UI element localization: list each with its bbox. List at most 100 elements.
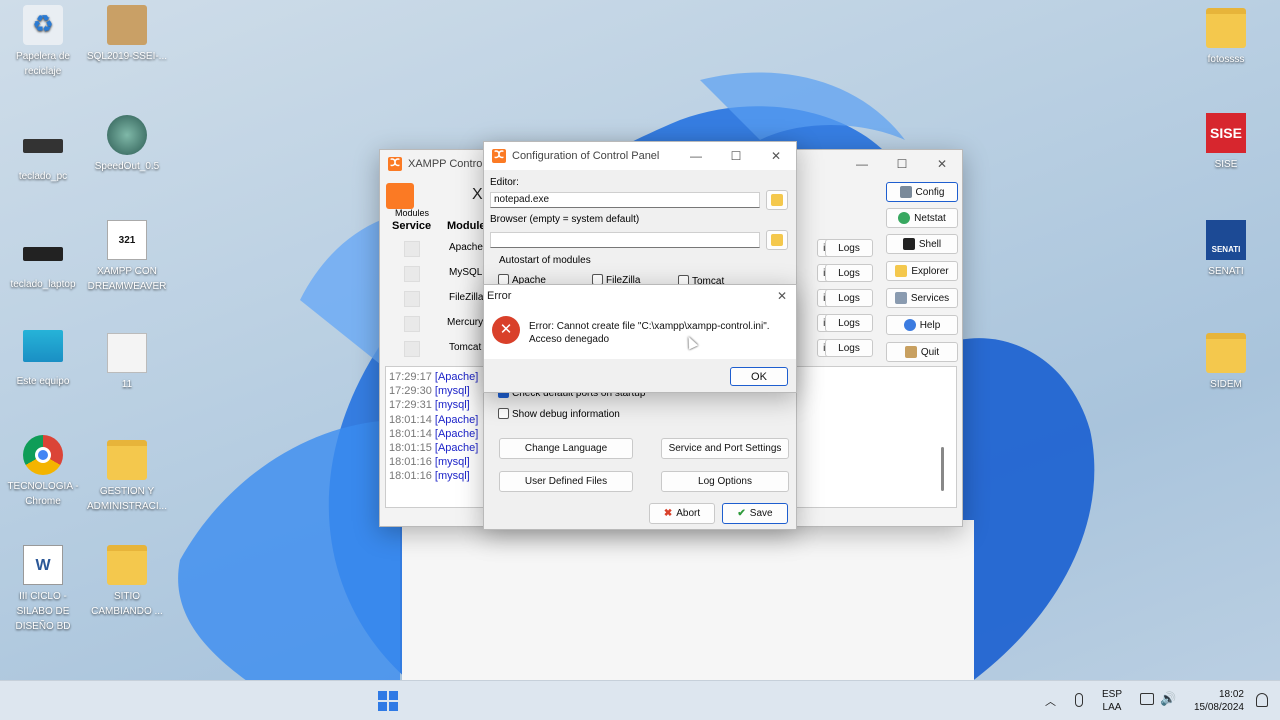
folder-icon — [1206, 8, 1246, 48]
log-line: 18:01:15 [Apache] — [389, 442, 479, 455]
shell-button[interactable]: Shell — [886, 234, 958, 254]
log-line: 18:01:14 [Apache] — [389, 413, 479, 426]
close-icon[interactable]: ✕ — [756, 149, 796, 163]
minimize-icon[interactable]: — — [842, 157, 882, 171]
desktop-icon-recycle-bin[interactable]: ♻ Papelera de reciclaje — [0, 5, 86, 79]
quit-icon — [904, 346, 917, 358]
monitor-icon — [23, 330, 63, 362]
show-debug-checkbox[interactable]: Show debug information — [498, 408, 620, 420]
editor-input[interactable]: notepad.exe — [490, 192, 760, 208]
save-button[interactable]: ✔ Save — [722, 503, 788, 524]
module-name: Mercury — [447, 317, 484, 328]
browser-label: Browser (empty = system default) — [490, 214, 640, 225]
desktop-icon-speedout[interactable]: SpeedOut_0.5 — [84, 115, 170, 174]
volume-icon[interactable]: 🔊 — [1160, 691, 1176, 707]
log-lines: 17:29:17 [Apache] 17:29:30 [mysql] 17:29… — [389, 370, 478, 484]
desktop-icon-chrome[interactable]: TECNOLOGIA - Chrome — [0, 435, 86, 509]
desktop-icon-senati[interactable]: SENATI SENATI — [1183, 220, 1269, 279]
desktop-icon-fotossss[interactable]: fotossss — [1183, 8, 1269, 67]
desktop-icon-este-equipo[interactable]: Este equipo — [0, 330, 86, 389]
language-indicator[interactable]: ESP LAA — [1102, 688, 1122, 714]
globe-icon — [898, 212, 911, 224]
browser-browse-button[interactable] — [766, 230, 788, 250]
folder-icon — [1206, 333, 1246, 373]
windows-start-icon[interactable] — [378, 691, 398, 711]
logs-button[interactable]: Logs — [825, 264, 873, 282]
word-icon: W — [23, 545, 63, 585]
network-icon[interactable] — [1140, 693, 1154, 705]
module-row — [404, 266, 420, 282]
desktop-icon-xampp-dreamweaver[interactable]: 321 XAMPP CON DREAMWEAVER — [84, 220, 170, 294]
maximize-icon[interactable]: ☐ — [716, 149, 756, 163]
speedometer-icon — [107, 115, 147, 155]
folder-icon — [771, 234, 783, 246]
log-line: 18:01:16 [mysql] — [389, 456, 470, 469]
module-name: Tomcat — [449, 342, 482, 353]
desktop-icon-sise[interactable]: SISE SISE — [1183, 113, 1269, 172]
error-body: ✕ Error: Cannot create file "C:\xampp\xa… — [484, 307, 796, 359]
user-defined-files-button[interactable]: User Defined Files — [499, 471, 633, 492]
module-row — [404, 341, 420, 357]
desktop-icon-sql2019[interactable]: SQL2019-SSEI-... — [84, 5, 170, 64]
desktop-icon-11[interactable]: 11 — [84, 333, 170, 392]
log-line: 18:01:14 [Apache] — [389, 427, 479, 440]
maximize-icon[interactable]: ☐ — [882, 157, 922, 171]
editor-browse-button[interactable] — [766, 190, 788, 210]
clock[interactable]: 18:02 15/08/2024 — [1186, 688, 1244, 714]
log-scrollbar[interactable] — [941, 447, 944, 491]
folder-icon — [771, 194, 783, 206]
notifications-icon[interactable] — [1256, 693, 1268, 707]
taskbar: ︿ ESP LAA 🔊 18:02 15/08/2024 — [0, 680, 1280, 720]
change-language-button[interactable]: Change Language — [499, 438, 633, 459]
close-icon[interactable]: ✕ — [768, 289, 796, 303]
keyboard-icon — [23, 139, 63, 153]
wrench-icon — [899, 186, 912, 198]
folder-icon — [107, 440, 147, 480]
chevron-up-icon[interactable]: ︿ — [1045, 693, 1056, 709]
log-options-button[interactable]: Log Options — [661, 471, 789, 492]
services-icon — [894, 292, 907, 304]
sise-logo: SISE — [1206, 113, 1246, 153]
close-icon[interactable]: ✕ — [922, 157, 962, 171]
browser-input[interactable] — [490, 232, 760, 248]
chrome-icon — [23, 435, 63, 475]
desktop-icon-silabo[interactable]: W III CICLO - SILABO DE DISEÑO BD — [0, 545, 86, 634]
desktop-icon-gestion[interactable]: GESTION Y ADMINISTRACI... — [84, 440, 170, 514]
quit-button[interactable]: Quit — [886, 342, 958, 362]
logs-button[interactable]: Logs — [825, 289, 873, 307]
logs-button[interactable]: Logs — [825, 339, 873, 357]
minimize-icon[interactable]: — — [676, 149, 716, 163]
services-button[interactable]: Services — [886, 288, 958, 308]
log-line: 17:29:17 [Apache] — [389, 371, 479, 383]
help-icon — [903, 319, 916, 331]
keyboard-icon — [23, 247, 63, 261]
senati-logo: SENATI — [1206, 220, 1246, 260]
xampp-icon: ⵋ — [388, 157, 402, 171]
error-icon: ✕ — [492, 316, 520, 344]
microphone-icon[interactable] — [1075, 693, 1083, 707]
abort-x-icon: ✖ — [663, 508, 673, 519]
help-button[interactable]: Help — [886, 315, 958, 335]
package-icon — [107, 5, 147, 45]
module-row — [404, 291, 420, 307]
netstat-button[interactable]: Netstat — [886, 208, 958, 228]
recycle-bin-icon: ♻ — [23, 5, 63, 45]
desktop-icon-teclado-laptop[interactable]: teclado_laptop — [0, 233, 86, 292]
module-row — [404, 316, 420, 332]
desktop-icon-sidem[interactable]: SIDEM — [1183, 333, 1269, 392]
service-port-settings-button[interactable]: Service and Port Settings — [661, 438, 789, 459]
editor-label: Editor: — [490, 177, 519, 188]
ok-button[interactable]: OK — [730, 367, 788, 386]
explorer-button[interactable]: Explorer — [886, 261, 958, 281]
xampp-icon: ⵋ — [492, 149, 506, 163]
logs-button[interactable]: Logs — [825, 314, 873, 332]
window-controls: — ☐ ✕ — [842, 157, 962, 171]
xampp-header-text: X — [472, 186, 483, 203]
desktop-icon-sitio[interactable]: SITIO CAMBIANDO ... — [84, 545, 170, 619]
module-name: Apache — [449, 242, 483, 253]
error-titlebar: Error ✕ — [484, 285, 796, 307]
logs-button[interactable]: Logs — [825, 239, 873, 257]
desktop-icon-teclado-pc[interactable]: teclado_pc — [0, 125, 86, 184]
config-button[interactable]: Config — [886, 182, 958, 202]
abort-button[interactable]: ✖ Abort — [649, 503, 715, 524]
